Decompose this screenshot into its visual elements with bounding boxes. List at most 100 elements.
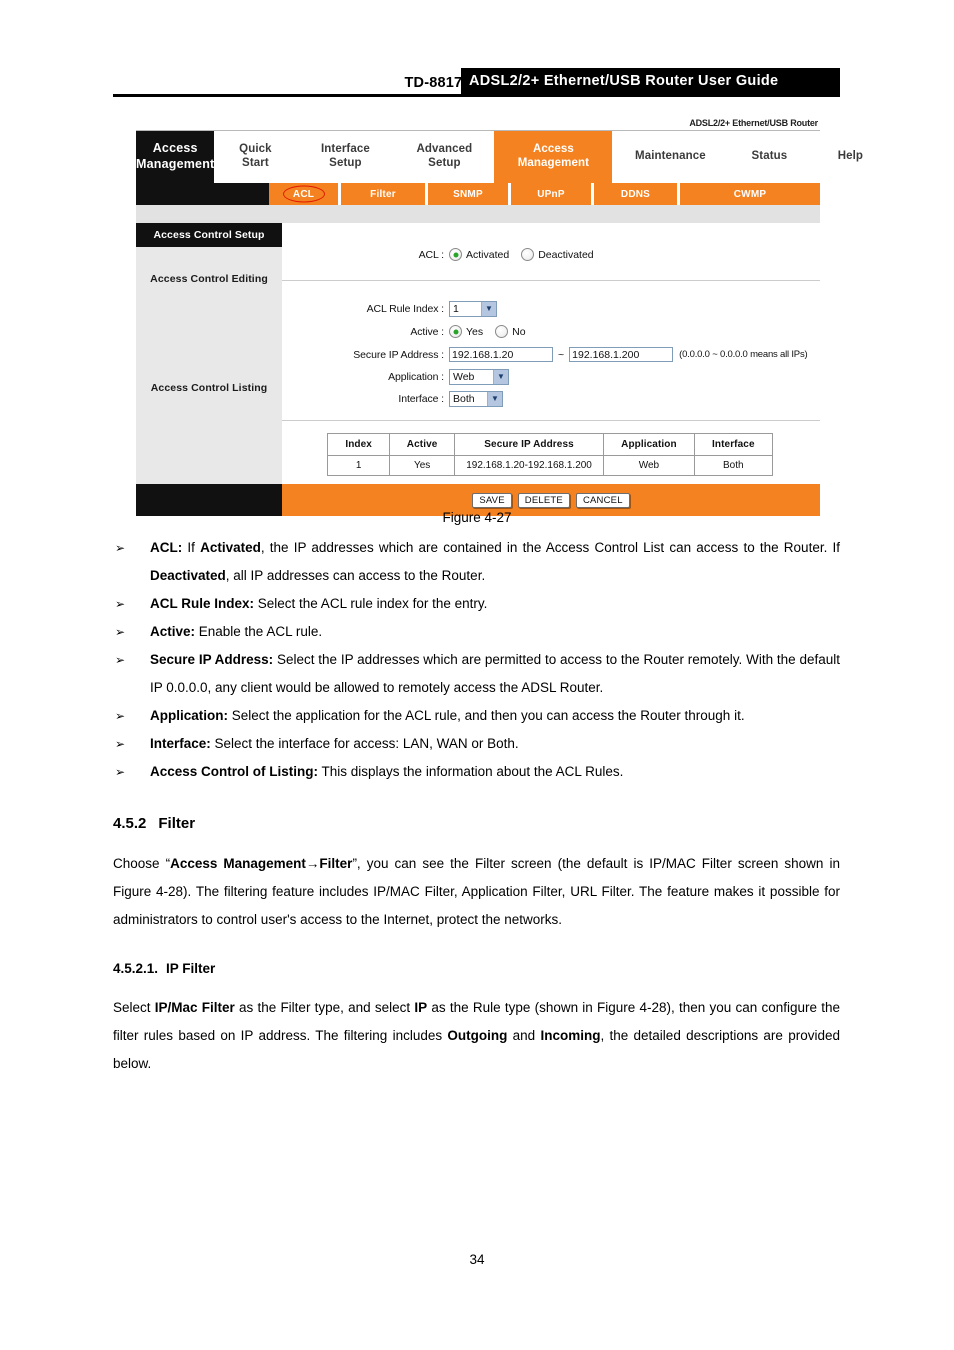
secure-ip-row: Secure IP Address : 192.168.1.20 ~ 192.1… [282, 345, 820, 364]
acl-activated-label: Activated [466, 248, 510, 261]
delete-button[interactable]: DELETE [517, 492, 570, 508]
bullet-item: ➢ Interface: Select the interface for acc… [113, 730, 840, 758]
editing-section-divider [282, 280, 820, 281]
subtab-filter[interactable]: Filter [341, 183, 428, 205]
section-heading: 4.5.2 Filter [113, 812, 840, 836]
tab-quick-start[interactable]: Quick Start [214, 131, 296, 183]
router-product-label: ADSL2/2+ Ethernet/USB Router [689, 118, 818, 128]
application-value: Web [453, 370, 475, 383]
tab-help[interactable]: Help [810, 131, 890, 183]
acl-rule-index-label: ACL Rule Index : [366, 302, 444, 315]
bullet-arrow-icon: ➢ [115, 709, 126, 723]
tab-advanced-setup-line1: Advanced [416, 143, 473, 156]
acl-listing-table-wrap: Index Active Secure IP Address Applicati… [326, 433, 774, 476]
tab-quick-start-line2: Start [242, 157, 269, 169]
bullet-item: ➢ Application: Select the application for… [113, 702, 840, 730]
tab-status[interactable]: Status [728, 131, 810, 183]
subtab-strip: ACL Filter SNMP UPnP DDNS CWMP [269, 183, 820, 205]
acl-enable-row: ACL : Activated Deactivated [282, 245, 820, 264]
tab-access-management-line2: Management [517, 157, 590, 169]
tab-status-label: Status [751, 150, 788, 163]
application-row: Application : Web ▼ [282, 367, 820, 386]
bullet-text: ACL: If Activated, the IP addresses whic… [150, 540, 840, 583]
subtab-upnp-label: UPnP [537, 188, 565, 200]
router-content-panel: ACL : Activated Deactivated ACL Rule Ind… [282, 223, 820, 484]
secure-ip-label: Secure IP Address : [353, 348, 444, 361]
section-paragraph: Choose “Access Management→Filter”, you c… [113, 856, 840, 927]
bullet-arrow-icon: ➢ [115, 597, 126, 611]
router-nav-row: Access Management Quick Start Interface … [136, 131, 891, 183]
section-title: Filter [158, 815, 196, 832]
table-row[interactable]: 1 Yes 192.168.1.20-192.168.1.200 Web Bot… [326, 455, 774, 476]
subtab-cwmp[interactable]: CWMP [680, 183, 820, 205]
bullet-arrow-icon: ➢ [115, 653, 126, 667]
interface-value: Both [453, 392, 475, 405]
chevron-down-icon: ▼ [481, 301, 496, 316]
subtab-snmp[interactable]: SNMP [428, 183, 511, 205]
bullet-arrow-icon: ➢ [115, 625, 126, 639]
acl-active-yes-label: Yes [466, 325, 484, 338]
bullet-item: ➢ Access Control of Listing: This display… [113, 758, 840, 786]
router-body-row: Access Control Setup Access Control Edit… [136, 223, 820, 484]
column-header-interface: Interface [693, 433, 774, 456]
cancel-button[interactable]: CANCEL [575, 492, 630, 508]
acl-field-label: ACL : [418, 248, 444, 261]
subtab-acl-label: ACL [292, 188, 315, 200]
secure-ip-range-separator: ~ [558, 348, 565, 361]
tab-maintenance[interactable]: Maintenance [612, 131, 728, 183]
cell-secure-ip-address: 192.168.1.20-192.168.1.200 [453, 455, 605, 476]
acl-active-yes-radio[interactable] [449, 325, 462, 338]
column-header-secure-ip-address: Secure IP Address [453, 433, 605, 456]
interface-select[interactable]: Both ▼ [449, 390, 503, 407]
acl-deactivated-label: Deactivated [538, 248, 594, 261]
header-title-box: ADSL2/2+ Ethernet/USB Router User Guide [461, 68, 840, 94]
router-subtab-row: ACL Filter SNMP UPnP DDNS CWMP [136, 183, 820, 205]
tab-advanced-setup[interactable]: Advanced Setup [394, 131, 494, 183]
cell-interface: Both [693, 455, 774, 476]
acl-deactivated-radio[interactable] [521, 248, 535, 261]
router-grey-band [136, 205, 820, 223]
secure-ip-end-input[interactable]: 192.168.1.200 [569, 347, 674, 362]
subsection-heading: 4.5.2.1. IP Filter [113, 958, 840, 980]
subtab-snmp-label: SNMP [453, 188, 483, 200]
bullet-text: Secure IP Address: Select the IP address… [150, 652, 841, 695]
figure-caption: Figure 4-27 [442, 510, 512, 525]
interface-row: Interface : Both ▼ [282, 389, 820, 408]
document-body: ➢ ACL: If Activated, the IP addresses whi… [113, 534, 840, 1078]
save-button[interactable]: SAVE [472, 492, 512, 508]
chevron-down-icon: ▼ [487, 391, 502, 406]
tab-interface-setup[interactable]: Interface Setup [296, 131, 394, 183]
subtab-ddns-label: DDNS [620, 188, 651, 200]
acl-rule-index-select[interactable]: 1 ▼ [449, 300, 497, 317]
subtab-upnp[interactable]: UPnP [511, 183, 594, 205]
secure-ip-start-input[interactable]: 192.168.1.20 [449, 347, 553, 362]
tab-access-management[interactable]: Access Management [494, 131, 613, 183]
tab-access-management-line1: Access [532, 143, 574, 156]
header-rule [113, 94, 840, 97]
page-header: TD-8817B ADSL2/2+ Ethernet/USB Router Us… [113, 68, 840, 100]
interface-label: Interface : [398, 392, 444, 405]
bullet-arrow-icon: ➢ [115, 737, 126, 751]
router-brand-cell: Access Management [136, 131, 215, 183]
application-select[interactable]: Web ▼ [449, 368, 509, 385]
column-header-index: Index [326, 433, 391, 456]
subtab-ddns[interactable]: DDNS [594, 183, 680, 205]
cell-active: Yes [389, 455, 455, 476]
acl-rule-index-value: 1 [453, 302, 459, 315]
bullet-text: Application: Select the application for … [150, 708, 745, 723]
subsection-title: IP Filter [166, 961, 216, 976]
cell-application: Web [603, 455, 695, 476]
sidebar-heading-access-control-setup: Access Control Setup [136, 223, 282, 247]
bullet-item: ➢ Active: Enable the ACL rule. [113, 618, 840, 646]
cell-index: 1 [326, 455, 391, 476]
subsection-paragraph: Select IP/Mac Filter as the Filter type,… [113, 1000, 841, 1071]
router-ui-screenshot: ADSL2/2+ Ethernet/USB Router Access Mana… [136, 118, 891, 516]
acl-active-no-label: No [512, 325, 526, 338]
secure-ip-hint: (0.0.0.0 ~ 0.0.0.0 means all IPs) [679, 349, 808, 360]
acl-active-no-radio[interactable] [495, 325, 509, 338]
section-number: 4.5.2 [113, 815, 147, 832]
subtab-acl[interactable]: ACL [269, 183, 341, 205]
sidebar-label-access-control-editing: Access Control Editing [150, 273, 268, 285]
bullet-text: Access Control of Listing: This displays… [150, 764, 624, 779]
acl-activated-radio[interactable] [449, 248, 462, 261]
